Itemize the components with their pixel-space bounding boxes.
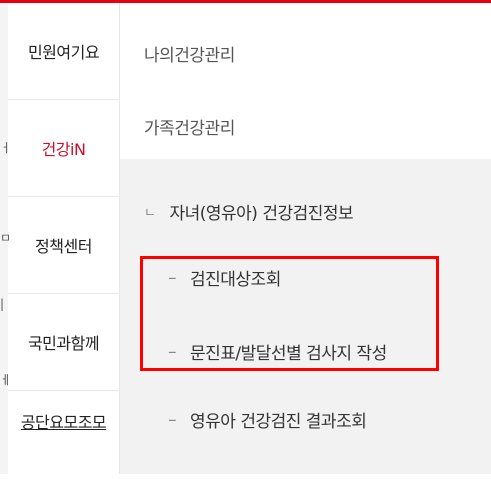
submenu-title-child-checkup[interactable]: ㄴ 자녀(영유아) 건강검진정보 bbox=[144, 199, 354, 224]
tree-branch-icon: ㄴ bbox=[144, 206, 156, 221]
nav-item-policy-center[interactable]: 정책센터 bbox=[8, 197, 119, 294]
left-edge-strip: ㅓ ㅁ | ㅔ bbox=[0, 3, 11, 474]
nav-item-label: 국민과함께 bbox=[27, 334, 100, 353]
highlight-box bbox=[140, 256, 439, 371]
edge-fragment-mark: | bbox=[0, 297, 5, 311]
nav-item-label: 민원여기요 bbox=[27, 43, 100, 62]
nav-item-corporation-info[interactable]: 공단요모조모 bbox=[8, 391, 119, 479]
left-nav: ㅓ ㅁ | ㅔ 민원여기요 건강iN 정책센터 국민과함께 공단요모조모 bbox=[0, 3, 120, 474]
menu-item-family-health[interactable]: 가족건강관리 bbox=[144, 114, 235, 139]
submenu-pane: 나의건강관리 가족건강관리 ㄴ 자녀(영유아) 건강검진정보 – 검진대상조회 … bbox=[120, 3, 491, 474]
submenu-title-label: 자녀(영유아) 건강검진정보 bbox=[169, 204, 354, 224]
menu-item-label: 가족건강관리 bbox=[144, 119, 235, 139]
submenu-item-label: 영유아 건강검진 결과조회 bbox=[190, 412, 367, 432]
nav-item-label: 공단요모조모 bbox=[20, 413, 107, 432]
dash-icon: – bbox=[168, 409, 177, 430]
nav-item-minwon[interactable]: 민원여기요 bbox=[8, 3, 119, 100]
nav-item-label: 건강iN bbox=[41, 140, 86, 159]
submenu-item-results[interactable]: – 영유아 건강검진 결과조회 bbox=[168, 407, 367, 433]
nav-item-label: 정책센터 bbox=[35, 237, 92, 256]
menu-item-my-health[interactable]: 나의건강관리 bbox=[144, 41, 235, 66]
nav-item-health-in[interactable]: 건강iN bbox=[8, 100, 119, 197]
nav-item-with-people[interactable]: 국민과함께 bbox=[8, 294, 119, 391]
menu-item-label: 나의건강관리 bbox=[144, 46, 235, 66]
